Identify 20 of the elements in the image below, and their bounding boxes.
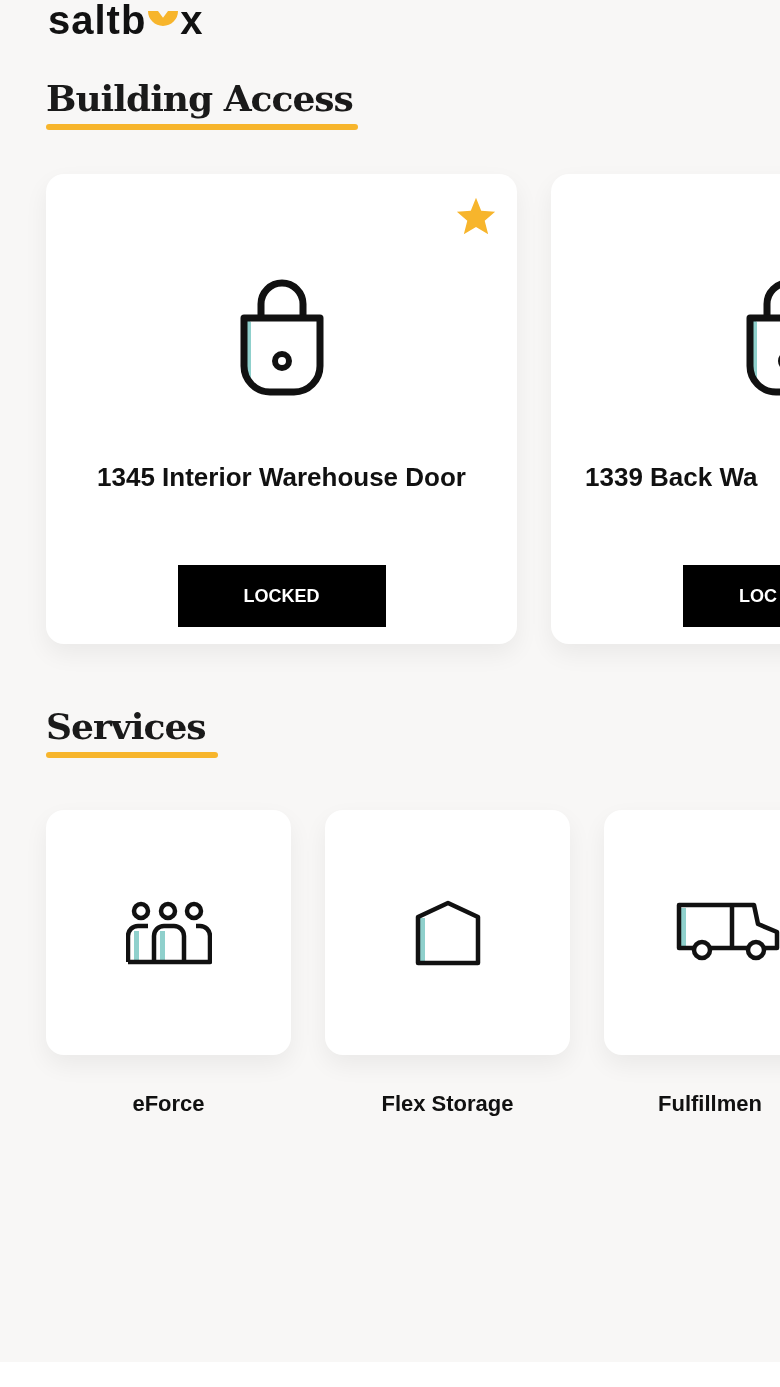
people-icon — [125, 900, 212, 965]
service-label: Fulfillmen — [658, 1091, 762, 1117]
logo-text: saltb — [48, 0, 147, 40]
service-tile[interactable] — [604, 810, 780, 1055]
door-name: 1339 Back Wa — [585, 462, 758, 493]
star-icon[interactable] — [455, 196, 497, 236]
logo-mark-icon — [148, 11, 179, 26]
service-tile[interactable] — [46, 810, 291, 1055]
section-heading: Services — [46, 704, 207, 748]
door-card[interactable]: 1345 Interior Warehouse Door LOCKED — [46, 174, 517, 644]
service-tile[interactable] — [325, 810, 570, 1055]
section-heading: Building Access — [46, 76, 354, 120]
lock-status-button[interactable]: LOC — [683, 565, 780, 627]
door-name: 1345 Interior Warehouse Door — [97, 462, 466, 493]
service-label: eForce — [132, 1091, 205, 1117]
service-label: Flex Storage — [381, 1091, 514, 1117]
house-icon — [414, 899, 481, 966]
lock-status-button[interactable]: LOCKED — [177, 565, 386, 627]
logo-text: x — [180, 0, 204, 40]
door-card[interactable]: 1339 Back Wa LOC — [551, 174, 780, 644]
